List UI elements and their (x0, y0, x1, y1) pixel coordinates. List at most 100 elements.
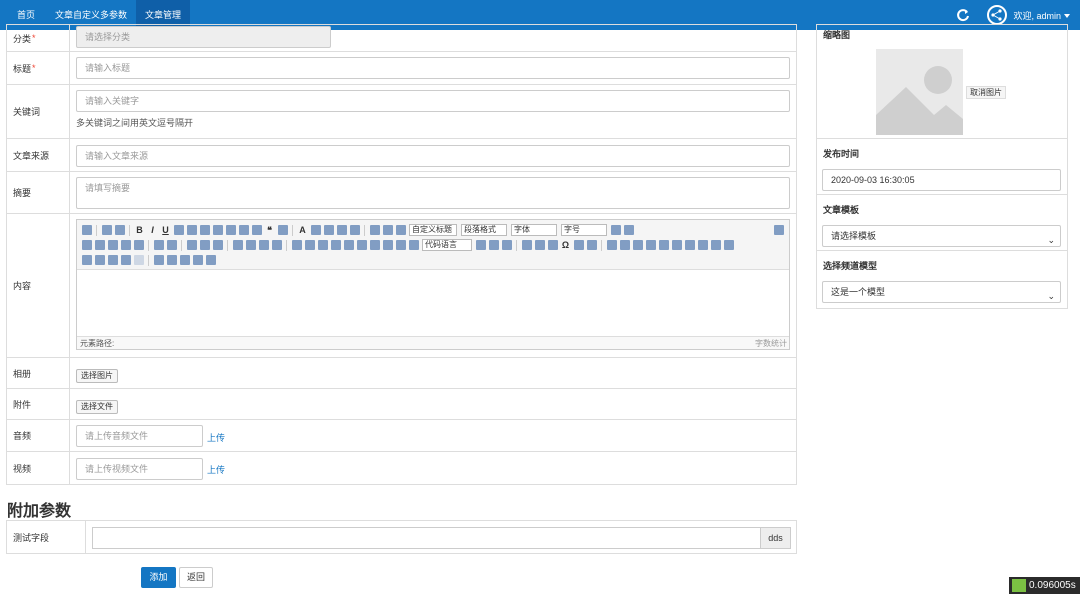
date-icon[interactable] (534, 240, 545, 250)
page-break-icon[interactable] (475, 240, 486, 250)
audio-input[interactable]: 请上传音频文件 (76, 425, 203, 447)
cancel-image-button[interactable]: 取消图片 (966, 86, 1006, 99)
help-icon[interactable] (192, 255, 203, 265)
superscript-icon[interactable] (199, 225, 210, 235)
direction-ltr-icon[interactable] (610, 225, 621, 235)
time-icon[interactable] (547, 240, 558, 250)
paste-plain-icon[interactable] (251, 225, 262, 235)
print-icon[interactable] (153, 255, 164, 265)
merge-right-icon[interactable] (710, 240, 721, 250)
simple-upload-icon[interactable] (291, 240, 302, 250)
direction-rtl-icon[interactable] (623, 225, 634, 235)
row-spacing-bottom-icon[interactable] (382, 225, 393, 235)
remove-format-icon[interactable] (225, 225, 236, 235)
select-image-button[interactable]: 选择图片 (76, 369, 118, 383)
refresh-icon[interactable] (956, 8, 970, 22)
insert-paragraph-before-table-icon[interactable] (632, 240, 643, 250)
background-color-icon[interactable] (310, 225, 321, 235)
font-border-icon[interactable] (173, 225, 184, 235)
insert-frame-icon[interactable] (408, 240, 419, 250)
bold-icon[interactable]: B (135, 225, 145, 235)
strikethrough-icon[interactable] (186, 225, 197, 235)
publish-time-input[interactable]: 2020-09-03 16:30:05 (822, 169, 1061, 191)
back-button[interactable]: 返回 (179, 567, 213, 588)
font-color-icon[interactable]: A (298, 225, 308, 235)
video-upload-link[interactable]: 上传 (207, 463, 225, 476)
image-right-icon[interactable] (258, 240, 269, 250)
test-field-input[interactable] (92, 527, 761, 549)
justify-left-icon[interactable] (94, 240, 105, 250)
row-spacing-top-icon[interactable] (369, 225, 380, 235)
special-chars-icon[interactable]: Ω (561, 240, 571, 250)
insert-image-icon[interactable] (304, 240, 315, 250)
summary-textarea[interactable]: 请填写摘要 (76, 177, 790, 209)
audio-upload-link[interactable]: 上传 (207, 431, 225, 444)
select-file-button[interactable]: 选择文件 (76, 400, 118, 414)
user-avatar-icon[interactable] (987, 5, 1008, 25)
delete-col-icon[interactable] (684, 240, 695, 250)
gmap-icon[interactable] (395, 240, 406, 250)
custom-title-select[interactable]: 自定义标题 (409, 224, 457, 236)
scrawl-icon[interactable] (330, 240, 341, 250)
justify-full-icon[interactable] (133, 240, 144, 250)
debug-trace-badge[interactable]: 0.096005s (1009, 577, 1080, 594)
keywords-input[interactable]: 请输入关键字 (76, 90, 790, 112)
insert-row-icon[interactable] (645, 240, 656, 250)
insert-table-icon[interactable] (606, 240, 617, 250)
unordered-list-icon[interactable] (336, 225, 347, 235)
delete-row-icon[interactable] (658, 240, 669, 250)
merge-down-icon[interactable] (723, 240, 734, 250)
template-icon[interactable] (488, 240, 499, 250)
split-cols-icon[interactable] (107, 255, 118, 265)
thumbnail-placeholder-icon[interactable] (876, 49, 963, 135)
insert-video-icon[interactable] (343, 240, 354, 250)
tolowercase-icon[interactable] (166, 240, 177, 250)
image-left-icon[interactable] (245, 240, 256, 250)
horizontal-rule-icon[interactable] (521, 240, 532, 250)
touppercase-icon[interactable] (153, 240, 164, 250)
delete-table-icon[interactable] (619, 240, 630, 250)
underline-icon[interactable]: U (161, 225, 171, 235)
search-replace-icon[interactable] (179, 255, 190, 265)
blockquote-icon[interactable]: ❝ (265, 225, 275, 235)
paragraph-format-select[interactable]: 段落格式 (461, 224, 507, 236)
user-menu[interactable]: 欢迎, admin (1013, 9, 1070, 22)
attachment-icon[interactable] (369, 240, 380, 250)
split-cells-icon[interactable] (81, 255, 92, 265)
add-button[interactable]: 添加 (141, 567, 176, 588)
clear-doc-icon[interactable] (349, 225, 360, 235)
channel-model-select[interactable]: 这是一个模型 ⌄ (822, 281, 1061, 303)
link-icon[interactable] (186, 240, 197, 250)
justify-right-icon[interactable] (120, 240, 131, 250)
line-height-icon[interactable] (395, 225, 406, 235)
snapscreen-icon[interactable] (586, 240, 597, 250)
category-select[interactable]: 请选择分类 (76, 26, 331, 48)
drafts-icon[interactable] (205, 255, 216, 265)
font-family-select[interactable]: 字体 (511, 224, 557, 236)
select-all-icon[interactable] (277, 225, 288, 235)
redo-icon[interactable] (114, 225, 125, 235)
chart-icon[interactable] (120, 255, 131, 265)
preview-icon[interactable] (166, 255, 177, 265)
italic-icon[interactable]: I (148, 225, 158, 235)
font-size-select[interactable]: 字号 (561, 224, 607, 236)
html-source-icon[interactable] (81, 225, 92, 235)
anchor-icon[interactable] (212, 240, 223, 250)
background-icon[interactable] (501, 240, 512, 250)
auto-typeset-icon[interactable] (238, 225, 249, 235)
indent-icon[interactable] (81, 240, 92, 250)
unlink-icon[interactable] (199, 240, 210, 250)
title-input[interactable]: 请输入标题 (76, 57, 790, 79)
ordered-list-icon[interactable] (323, 225, 334, 235)
fullscreen-icon[interactable] (773, 225, 784, 235)
wordimage-icon[interactable] (573, 240, 584, 250)
emotion-icon[interactable] (317, 240, 328, 250)
split-rows-icon[interactable] (94, 255, 105, 265)
insert-col-icon[interactable] (671, 240, 682, 250)
merge-cells-icon[interactable] (697, 240, 708, 250)
template-select[interactable]: 请选择模板 ⌄ (822, 225, 1061, 247)
source-input[interactable]: 请输入文章来源 (76, 145, 790, 167)
music-icon[interactable] (356, 240, 367, 250)
justify-center-icon[interactable] (107, 240, 118, 250)
image-none-icon[interactable] (232, 240, 243, 250)
